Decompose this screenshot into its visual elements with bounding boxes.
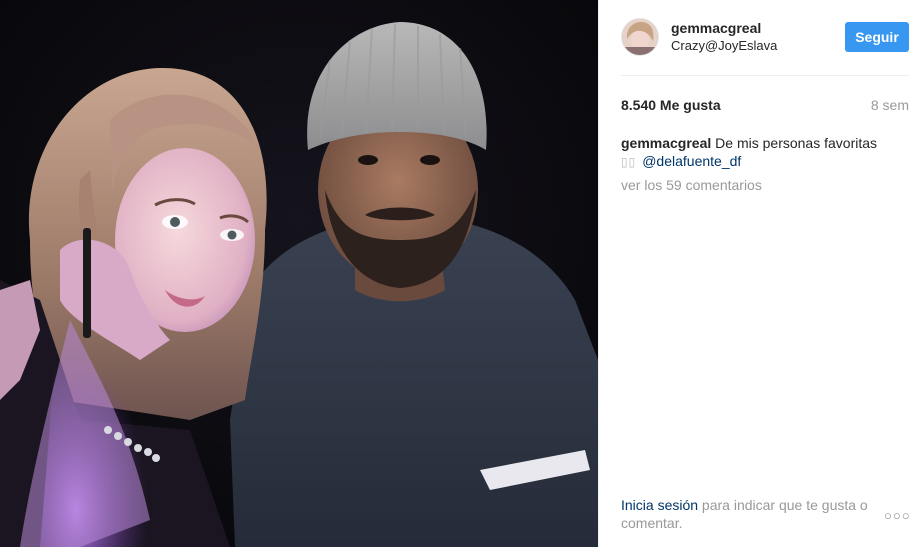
- caption-text: De mis personas favoritas: [715, 135, 878, 151]
- caption-username-link[interactable]: gemmacgreal: [621, 135, 711, 151]
- login-prompt: Inicia sesión para indicar que te gusta …: [621, 496, 883, 532]
- username-link[interactable]: gemmacgreal: [671, 20, 845, 37]
- post-time[interactable]: 8 sem: [871, 97, 909, 113]
- divider: [621, 75, 909, 76]
- header-text: gemmacgreal Crazy@JoyEslava: [671, 20, 845, 54]
- follow-button[interactable]: Seguir: [845, 22, 909, 52]
- view-comments-link[interactable]: ver los 59 comentarios: [621, 177, 762, 193]
- avatar[interactable]: [621, 18, 659, 56]
- caption-mention-link[interactable]: @delafuente_df: [642, 153, 741, 169]
- post-header: gemmacgreal Crazy@JoyEslava Seguir: [621, 14, 909, 60]
- login-link[interactable]: Inicia sesión: [621, 497, 698, 513]
- likes-count[interactable]: 8.540 Me gusta: [621, 97, 721, 113]
- post-details-panel: gemmacgreal Crazy@JoyEslava Seguir 8.540…: [598, 0, 917, 547]
- post-photo[interactable]: [0, 0, 598, 547]
- post-view: gemmacgreal Crazy@JoyEslava Seguir 8.540…: [0, 0, 917, 547]
- avatar-image: [622, 19, 658, 55]
- photo-image: [0, 0, 598, 547]
- caption: gemmacgreal De mis personas favoritas ▯▯…: [621, 134, 903, 171]
- more-options-icon[interactable]: ○○○: [884, 508, 911, 523]
- location-link[interactable]: Crazy@JoyEslava: [671, 37, 845, 54]
- likes-row: 8.540 Me gusta 8 sem: [621, 96, 909, 114]
- caption-emoji: ▯▯: [621, 155, 637, 169]
